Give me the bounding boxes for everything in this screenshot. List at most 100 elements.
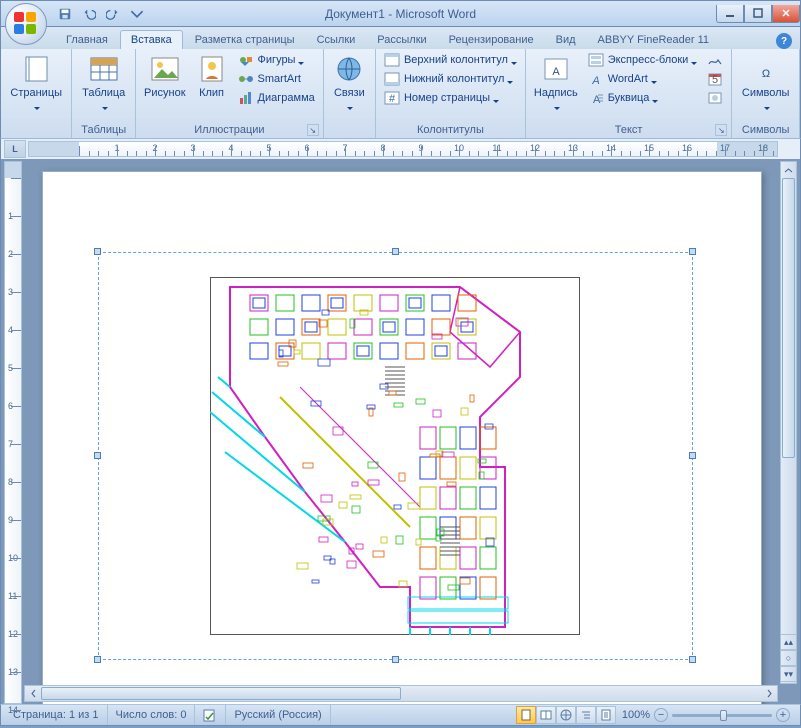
links-icon [333,53,365,85]
embedded-floorplan-image[interactable] [210,277,580,635]
chart-icon [238,90,254,106]
date-button[interactable]: 5 [703,70,727,88]
prev-page-button[interactable]: ▴▴ [780,634,797,650]
resize-handle-2[interactable] [689,248,696,255]
links-button[interactable]: Связи [328,51,371,113]
ribbon-group-4: Верхний колонтитул Нижний колонтитул#Номе… [376,49,526,138]
quick-button[interactable]: Экспресс-блоки [584,51,702,69]
table-button[interactable]: Таблица [76,51,131,113]
dialog-launcher[interactable]: ↘ [307,124,319,136]
horizontal-scrollbar[interactable] [24,685,778,702]
sig-button[interactable] [703,51,727,69]
resize-handle-4[interactable] [689,452,696,459]
header-button[interactable]: Верхний колонтитул [380,51,521,69]
status-proofing[interactable] [195,705,226,725]
zoom-knob[interactable] [720,710,727,721]
view-web-layout[interactable] [556,706,576,724]
maximize-button[interactable] [744,5,772,23]
tab-3[interactable]: Ссылки [307,31,366,49]
scroll-track[interactable] [781,178,796,667]
next-page-button[interactable]: ▾▾ [780,666,797,682]
picture-button[interactable]: Рисунок [140,51,190,101]
shapes-icon [238,52,254,68]
undo-button[interactable] [80,5,98,23]
zoom-out-button[interactable]: − [654,708,668,722]
ribbon-tabs: ГлавнаяВставкаРазметка страницыСсылкиРас… [0,27,801,49]
svg-text:A: A [591,75,599,87]
scroll-left-button[interactable] [25,686,41,701]
print-layout-icon [520,709,532,721]
obj-button[interactable] [703,89,727,107]
wordart-button[interactable]: AWordArt [584,70,702,88]
view-outline[interactable] [576,706,596,724]
pages-button[interactable]: Страницы [5,51,67,113]
resize-handle-5[interactable] [94,656,101,663]
redo-button[interactable] [104,5,122,23]
document-scroll[interactable] [24,161,800,704]
page[interactable] [42,171,762,704]
footer-icon [384,71,400,87]
browse-object-button[interactable]: ○ [780,650,797,666]
scroll-right-button[interactable] [761,686,777,701]
resize-handle-0[interactable] [94,248,101,255]
chart-button[interactable]: Диаграмма [234,89,319,107]
horizontal-ruler[interactable]: 123456789101112131415161718 [28,141,778,157]
symbols-label: Символы [740,87,791,111]
status-wordcount[interactable]: Число слов: 0 [108,705,196,725]
ruler-corner[interactable]: L [4,140,26,158]
close-icon [781,8,791,18]
smartart-button[interactable]: SmartArt [234,70,319,88]
office-logo-icon [14,12,38,36]
textbox-button[interactable]: AНадпись [530,51,582,113]
status-page[interactable]: Страница: 1 из 1 [5,705,108,725]
ribbon: Страницы ТаблицаТаблицыРисунокКлипФигуры… [0,49,801,139]
zoom-slider[interactable] [672,714,772,717]
zoom-value[interactable]: 100% [622,709,650,721]
view-print-layout[interactable] [516,706,536,724]
tab-4[interactable]: Рассылки [367,31,436,49]
status-lang[interactable]: Русский (Россия) [226,705,330,725]
scroll-up-button[interactable] [781,162,796,178]
help-button[interactable]: ? [776,33,792,49]
scroll-track-h[interactable] [41,686,761,701]
view-buttons [516,706,616,724]
pagenum-button[interactable]: #Номер страницы [380,89,521,107]
tab-1[interactable]: Вставка [120,30,183,49]
shapes-button[interactable]: Фигуры [234,51,319,69]
minimize-button[interactable] [716,5,744,23]
close-button[interactable] [772,5,800,23]
view-full-screen[interactable] [536,706,556,724]
qat-customize[interactable] [128,5,146,23]
chevron-up-icon [784,166,793,175]
resize-handle-1[interactable] [392,248,399,255]
resize-handle-7[interactable] [689,656,696,663]
vertical-ruler[interactable]: 1234567891011121314 [4,161,22,704]
symbols-button[interactable]: ΩСимволы [736,51,795,113]
tab-7[interactable]: ABBYY FineReader 11 [588,31,720,49]
chevron-left-icon [29,689,38,698]
save-button[interactable] [56,5,74,23]
titlebar: Документ1 - Microsoft Word [0,0,801,27]
office-button[interactable] [5,3,47,45]
clip-button[interactable]: Клип [192,51,232,101]
dialog-launcher[interactable]: ↘ [715,124,727,136]
svg-text:#: # [389,93,396,105]
dropcap-icon: A [588,90,604,106]
footer-button[interactable]: Нижний колонтитул [380,70,521,88]
tab-2[interactable]: Разметка страницы [185,31,305,49]
vertical-scrollbar[interactable] [780,161,797,684]
scroll-thumb[interactable] [782,178,795,458]
resize-handle-6[interactable] [392,656,399,663]
window-controls [716,5,800,23]
scroll-thumb-h[interactable] [41,687,401,700]
tab-6[interactable]: Вид [546,31,586,49]
header-label: Верхний колонтитул [404,54,517,66]
tab-5[interactable]: Рецензирование [439,31,544,49]
resize-handle-3[interactable] [94,452,101,459]
proofing-icon [203,708,217,722]
tab-0[interactable]: Главная [56,31,118,49]
view-draft[interactable] [596,706,616,724]
dropcap-button[interactable]: AБуквица [584,89,702,107]
redo-icon [106,7,120,21]
zoom-in-button[interactable]: + [776,708,790,722]
